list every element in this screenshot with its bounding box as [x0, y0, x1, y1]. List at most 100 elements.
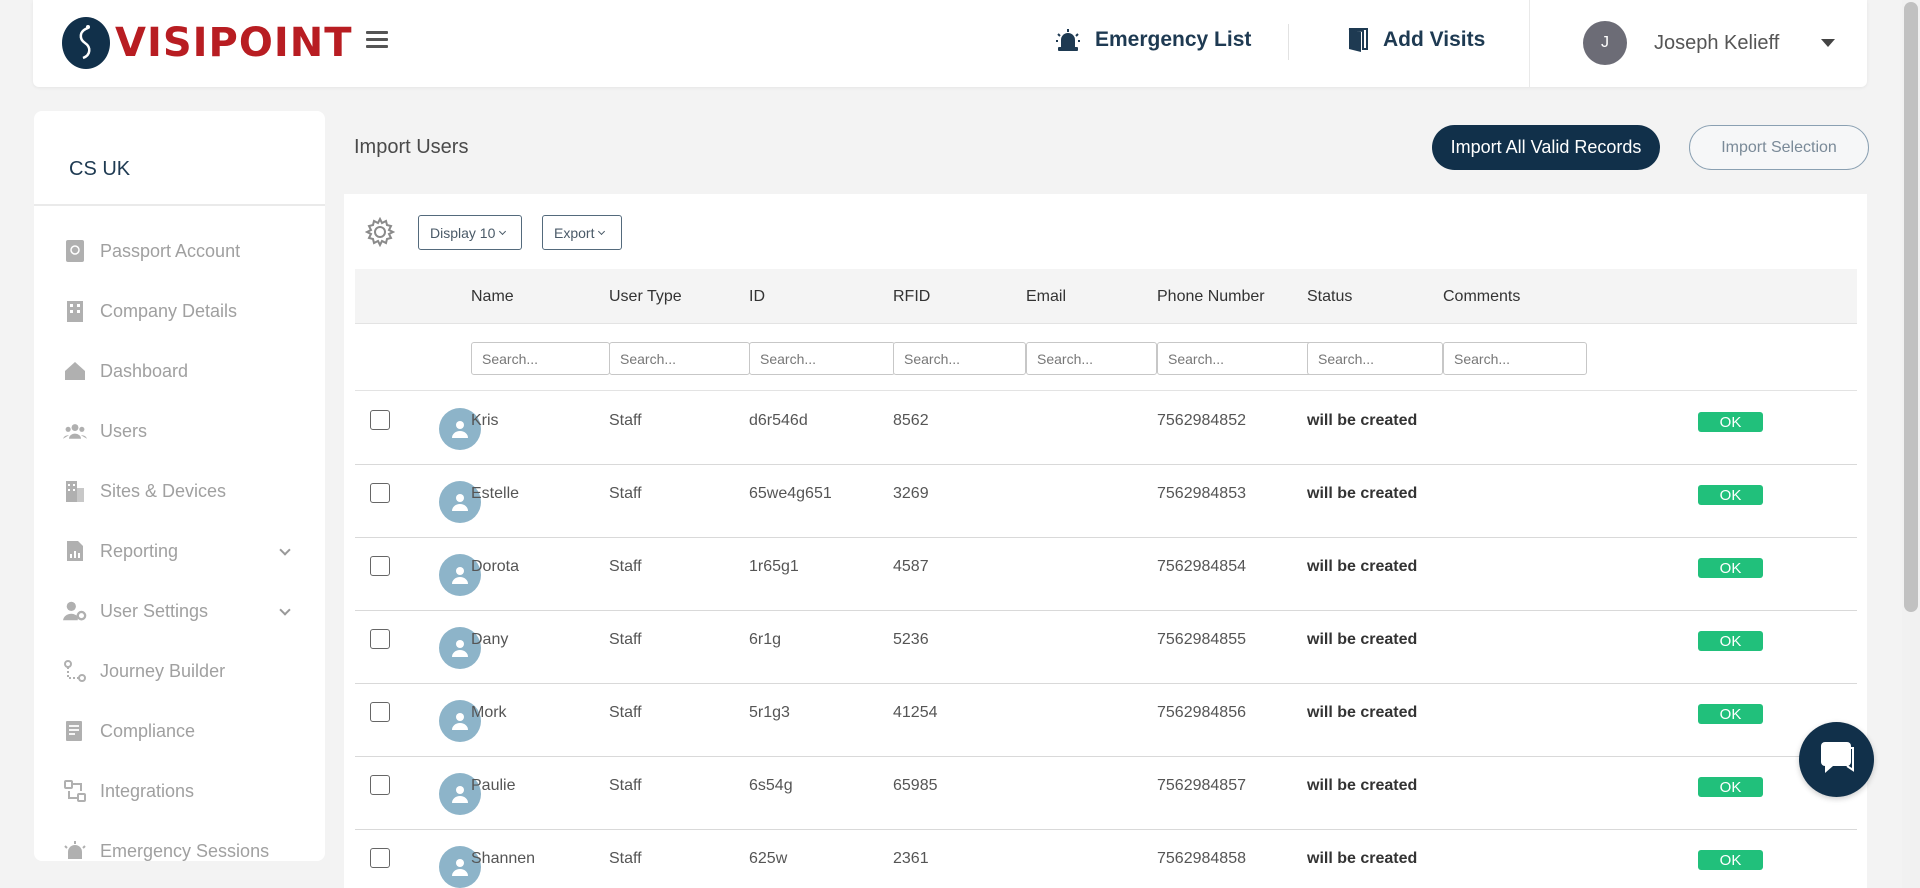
sidebar-item-company-details[interactable]: Company Details — [34, 281, 325, 341]
visipoint-logo[interactable]: VISIPOINT — [62, 17, 353, 69]
display-count-dropdown[interactable]: Display 10 — [418, 215, 522, 250]
table-row[interactable]: Paulie Staff 6s54g 65985 7562984857 will… — [355, 757, 1857, 830]
compliance-icon — [63, 719, 87, 743]
sidebar-item-compliance[interactable]: Compliance — [34, 701, 325, 761]
row-checkbox[interactable] — [370, 702, 390, 722]
cell-user-type: Staff — [609, 485, 642, 502]
search-user-type-input[interactable] — [609, 342, 750, 375]
search-id-input[interactable] — [749, 342, 895, 375]
search-rfid-input[interactable] — [893, 342, 1026, 375]
sidebar-item-reporting[interactable]: Reporting — [34, 521, 325, 581]
logo-text: VISIPOINT — [115, 20, 353, 66]
import-all-valid-records-button[interactable]: Import All Valid Records — [1432, 125, 1660, 170]
status-badge: OK — [1698, 631, 1763, 651]
cell-rfid: 65985 — [893, 777, 938, 794]
add-visits-link[interactable]: Add Visits — [1347, 27, 1485, 53]
search-name-input[interactable] — [471, 342, 610, 375]
status-badge: OK — [1698, 850, 1763, 870]
column-header-name[interactable]: Name — [471, 269, 514, 324]
sidebar-item-label: Company Details — [100, 300, 238, 321]
row-checkbox[interactable] — [370, 629, 390, 649]
cell-name: Dorota — [471, 558, 520, 575]
search-comments-input[interactable] — [1443, 342, 1587, 375]
emergency-list-link[interactable]: Emergency List — [1055, 27, 1251, 53]
gear-icon[interactable] — [364, 216, 396, 252]
sidebar-item-users[interactable]: Users — [34, 401, 325, 461]
column-header-phone-number[interactable]: Phone Number — [1157, 269, 1265, 324]
sidebar-item-user-settings[interactable]: User Settings — [34, 581, 325, 641]
sidebar-item-label: Sites & Devices — [100, 480, 227, 501]
chevron-down-icon — [279, 604, 291, 616]
integrations-icon — [63, 779, 87, 803]
header-divider — [1288, 24, 1289, 60]
export-dropdown[interactable]: Export — [542, 215, 622, 250]
column-header-comments[interactable]: Comments — [1443, 269, 1520, 324]
cell-id: 1r65g1 — [749, 558, 799, 575]
status-badge: OK — [1698, 412, 1763, 432]
cell-rfid: 2361 — [893, 850, 929, 867]
sidebar-item-integrations[interactable]: Integrations — [34, 761, 325, 821]
cell-user-type: Staff — [609, 412, 642, 429]
cell-status: will be created — [1307, 485, 1418, 502]
row-checkbox[interactable] — [370, 483, 390, 503]
cell-status: will be created — [1307, 558, 1418, 575]
sidebar-item-emergency-sessions[interactable]: Emergency Sessions — [34, 821, 325, 861]
scrollbar-thumb[interactable] — [1904, 2, 1918, 612]
home-icon — [63, 359, 87, 383]
hamburger-menu-icon[interactable] — [366, 31, 388, 51]
row-checkbox[interactable] — [370, 410, 390, 430]
sidebar-item-label: User Settings — [100, 600, 209, 621]
user-settings-icon — [63, 599, 87, 623]
sidebar-item-label: Journey Builder — [100, 660, 226, 681]
cell-status: will be created — [1307, 704, 1418, 721]
chevron-down-icon — [279, 544, 291, 556]
search-status-input[interactable] — [1307, 342, 1443, 375]
column-header-status[interactable]: Status — [1307, 269, 1352, 324]
sidebar-item-passport-account[interactable]: Passport Account — [34, 221, 325, 281]
column-header-id[interactable]: ID — [749, 269, 765, 324]
row-checkbox[interactable] — [370, 848, 390, 868]
cell-id: 5r1g3 — [749, 704, 790, 721]
sidebar-item-journey-builder[interactable]: Journey Builder — [34, 641, 325, 701]
table-row[interactable]: Mork Staff 5r1g3 41254 7562984856 will b… — [355, 684, 1857, 757]
cell-name: Shannen — [471, 850, 536, 867]
cell-phone: 7562984855 — [1157, 631, 1246, 648]
column-header-user-type[interactable]: User Type — [609, 269, 682, 324]
row-checkbox[interactable] — [370, 775, 390, 795]
cell-user-type: Staff — [609, 631, 642, 648]
filter-row — [355, 325, 1857, 391]
users-icon — [63, 419, 87, 443]
search-email-input[interactable] — [1026, 342, 1157, 375]
import-table-panel: Display 10 Export Name User Type ID RFID… — [344, 194, 1867, 888]
status-badge: OK — [1698, 777, 1763, 797]
organization-name: CS UK — [34, 111, 325, 206]
cell-id: d6r546d — [749, 412, 808, 429]
table-row[interactable]: Estelle Staff 65we4g651 3269 7562984853 … — [355, 465, 1857, 538]
cell-id: 65we4g651 — [749, 485, 832, 502]
page-scrollbar[interactable] — [1902, 0, 1920, 888]
search-phone-input[interactable] — [1157, 342, 1312, 375]
column-header-email[interactable]: Email — [1026, 269, 1066, 324]
cell-rfid: 8562 — [893, 412, 929, 429]
chat-launcher-button[interactable] — [1799, 722, 1874, 797]
import-selection-button[interactable]: Import Selection — [1689, 125, 1869, 170]
cell-id: 625w — [749, 850, 788, 867]
cell-status: will be created — [1307, 850, 1418, 867]
status-badge: OK — [1698, 704, 1763, 724]
table-row[interactable]: Kris Staff d6r546d 8562 7562984852 will … — [355, 392, 1857, 465]
sidebar-item-dashboard[interactable]: Dashboard — [34, 341, 325, 401]
column-header-rfid[interactable]: RFID — [893, 269, 930, 324]
cell-rfid: 3269 — [893, 485, 929, 502]
table-row[interactable]: Dorota Staff 1r65g1 4587 7562984854 will… — [355, 538, 1857, 611]
sidebar-item-label: Dashboard — [100, 360, 189, 381]
cell-status: will be created — [1307, 777, 1418, 794]
sidebar-item-label: Reporting — [100, 540, 179, 561]
export-label: Export — [554, 224, 595, 241]
table-row[interactable]: Shannen Staff 625w 2361 7562984858 will … — [355, 830, 1857, 888]
row-checkbox[interactable] — [370, 556, 390, 576]
caret-down-icon — [1821, 39, 1836, 47]
sidebar-item-sites-devices[interactable]: Sites & Devices — [34, 461, 325, 521]
user-menu[interactable]: J Joseph Kelieff — [1583, 21, 1836, 65]
journey-icon — [63, 659, 87, 683]
table-row[interactable]: Dany Staff 6r1g 5236 7562984855 will be … — [355, 611, 1857, 684]
